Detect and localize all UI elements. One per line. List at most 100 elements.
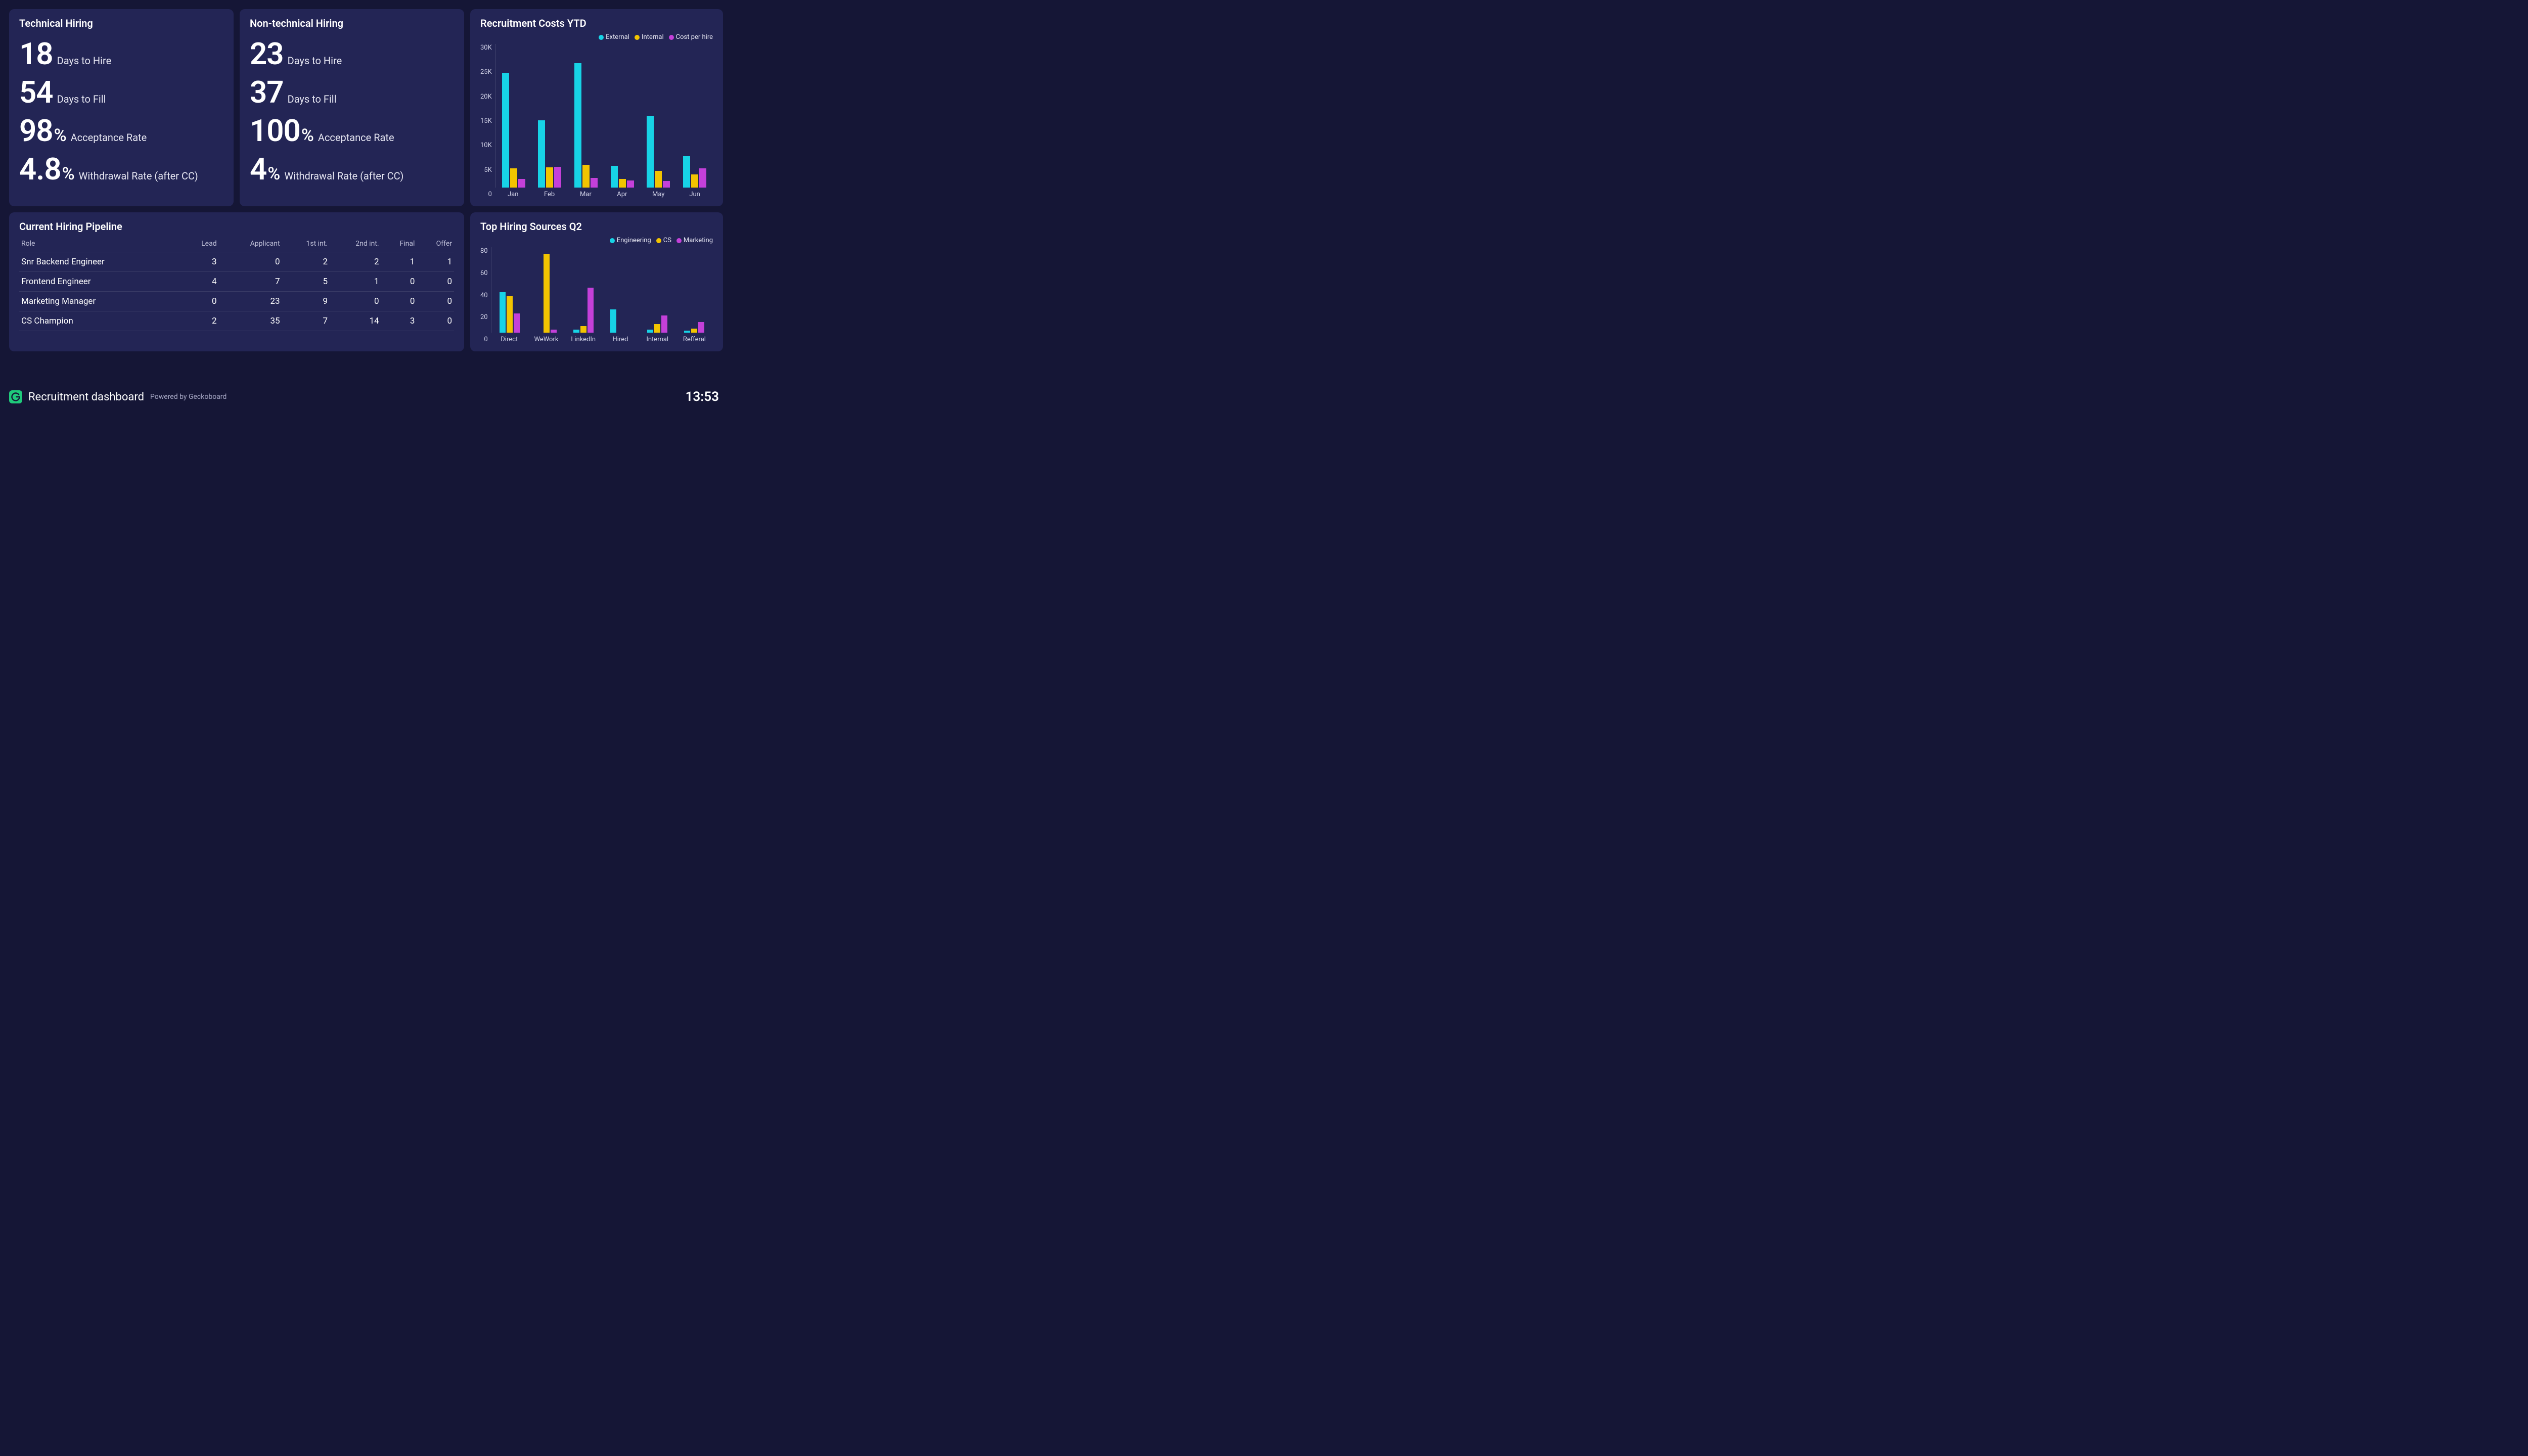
table-cell: 1: [381, 252, 417, 272]
y-tick: 15K: [480, 117, 492, 125]
y-axis: 806040200: [480, 247, 491, 343]
legend-item: External: [599, 33, 629, 41]
metric-label: Acceptance Rate: [318, 131, 394, 144]
table-header: Final: [381, 236, 417, 252]
table-header: Lead: [183, 236, 219, 252]
bar: [514, 313, 520, 333]
bar-group: [602, 247, 639, 333]
bar: [544, 254, 550, 333]
bar: [582, 165, 590, 188]
plot-grid: [495, 44, 713, 188]
metric: 4.8%Withdrawal Rate (after CC): [19, 153, 223, 186]
metric-value: 4: [250, 153, 266, 186]
bar: [551, 330, 557, 333]
legend-item: Marketing: [676, 237, 713, 244]
metric-value: 4.8: [19, 153, 61, 186]
metric-unit: %: [301, 125, 314, 146]
y-tick: 5K: [484, 166, 491, 174]
bar: [554, 167, 561, 188]
bar-group: [641, 44, 677, 188]
bar: [611, 166, 618, 188]
legend-label: CS: [663, 237, 671, 244]
y-tick: 0: [488, 191, 491, 198]
table-header: 1st int.: [282, 236, 330, 252]
metric-label: Days to Fill: [57, 93, 106, 105]
bar: [546, 167, 553, 188]
chart-area: 30K25K20K15K10K5K0 JanFebMarAprMayJun: [480, 44, 713, 198]
legend-swatch-icon: [669, 35, 674, 40]
bar: [691, 174, 698, 188]
x-axis: JanFebMarAprMayJun: [495, 191, 713, 198]
card-title: Current Hiring Pipeline: [19, 220, 454, 233]
legend-label: External: [606, 33, 629, 41]
card-title: Non-technical Hiring: [250, 17, 454, 29]
table-cell: 0: [417, 272, 454, 292]
table-cell: 7: [219, 272, 282, 292]
bar: [661, 315, 667, 333]
y-tick: 20K: [480, 93, 492, 101]
metric: 4%Withdrawal Rate (after CC): [250, 153, 454, 186]
x-tick: May: [640, 191, 676, 198]
legend-item: CS: [656, 237, 671, 244]
metric: 37Days to Fill: [250, 76, 454, 109]
y-tick: 30K: [480, 44, 492, 52]
metric-label: Withdrawal Rate (after CC): [284, 170, 403, 182]
metric: 98%Acceptance Rate: [19, 114, 223, 148]
footer-clock: 13:53: [686, 389, 719, 404]
bar: [574, 63, 581, 188]
bar-group: [676, 247, 713, 333]
chart-legend: Engineering CS Marketing: [480, 237, 713, 244]
table-cell: 0: [417, 311, 454, 331]
y-tick: 0: [484, 336, 487, 343]
table-cell: 35: [219, 311, 282, 331]
table-header: Offer: [417, 236, 454, 252]
y-tick: 25K: [480, 68, 492, 76]
table-cell: 0: [381, 272, 417, 292]
metric-label: Acceptance Rate: [71, 131, 147, 144]
x-tick: Jun: [676, 191, 713, 198]
metric-value: 23: [250, 37, 284, 71]
bar: [691, 329, 697, 333]
bar-group: [676, 44, 713, 188]
legend-item: Cost per hire: [669, 33, 713, 41]
legend-label: Marketing: [684, 237, 713, 244]
y-tick: 80: [480, 247, 488, 255]
table-cell: Snr Backend Engineer: [19, 252, 183, 272]
metric: 100%Acceptance Rate: [250, 114, 454, 148]
bar: [655, 171, 662, 188]
legend-label: Engineering: [617, 237, 651, 244]
table-row: CS Champion23571430: [19, 311, 454, 331]
metric-unit: %: [62, 164, 75, 184]
chart-area: 806040200 DirectWeWorkLinkedInHiredInter…: [480, 247, 713, 343]
x-tick: WeWork: [528, 336, 565, 343]
bar-group: [528, 247, 565, 333]
bar: [500, 292, 506, 333]
x-axis: DirectWeWorkLinkedInHiredInternalReffera…: [491, 336, 713, 343]
x-tick: Apr: [604, 191, 640, 198]
plot-grid: [491, 247, 713, 333]
x-tick: LinkedIn: [565, 336, 602, 343]
bar: [663, 181, 670, 188]
table-cell: 0: [381, 292, 417, 311]
bar-group: [491, 247, 528, 333]
metric-value: 98: [19, 114, 53, 148]
footer-subtitle: Powered by Geckoboard: [150, 393, 227, 401]
bar: [698, 322, 704, 333]
footer: Recruitment dashboard Powered by Geckobo…: [0, 384, 728, 410]
bar: [580, 326, 586, 333]
metric-value: 37: [250, 76, 284, 109]
bar-group: [531, 44, 568, 188]
card-hiring-sources: Top Hiring Sources Q2 EngineeringCSMarke…: [470, 212, 723, 351]
table-cell: 23: [219, 292, 282, 311]
table-header: 2nd int.: [330, 236, 381, 252]
x-tick: Refferal: [676, 336, 713, 343]
metric-label: Days to Hire: [57, 55, 112, 67]
bar: [610, 309, 616, 333]
metric-value: 18: [19, 37, 53, 71]
table-cell: 0: [417, 292, 454, 311]
bar: [654, 324, 660, 333]
card-technical-hiring: Technical Hiring 18Days to Hire54Days to…: [9, 9, 234, 206]
legend-swatch-icon: [656, 238, 661, 243]
y-tick: 60: [480, 269, 488, 277]
x-tick: Direct: [491, 336, 528, 343]
